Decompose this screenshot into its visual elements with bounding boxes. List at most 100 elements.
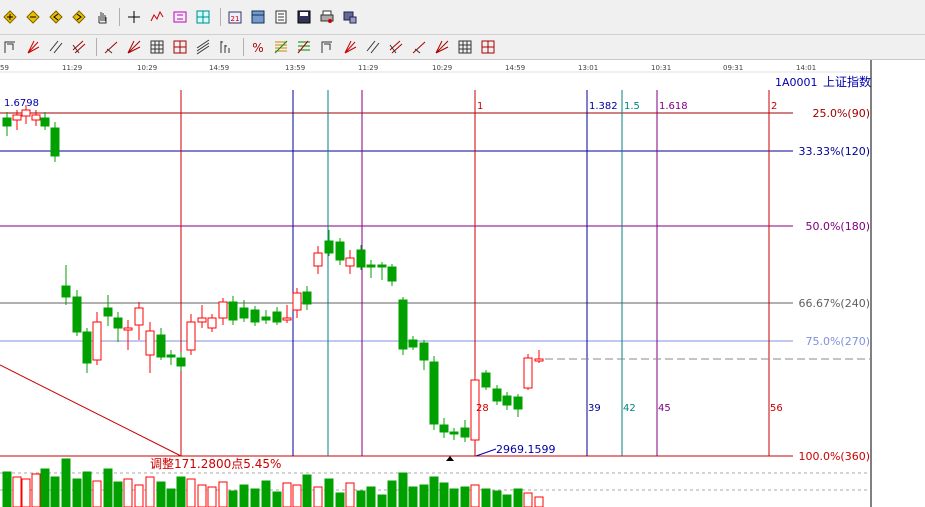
volume-bar — [492, 490, 502, 507]
time-axis-label: 14:59 — [505, 64, 525, 72]
box3-button[interactable] — [455, 37, 475, 57]
volume-bar — [345, 482, 355, 507]
bar-chart-button[interactable] — [216, 37, 236, 57]
period-icon — [366, 40, 380, 54]
volume-bar — [218, 481, 228, 507]
volume-bar — [429, 476, 439, 507]
volume-bar — [197, 484, 207, 507]
candle-body — [40, 117, 50, 127]
candle-body — [356, 249, 366, 268]
list-icon — [275, 10, 287, 24]
fibonacci-button[interactable] — [271, 37, 291, 57]
save-button[interactable] — [294, 7, 314, 27]
volume-bar — [145, 476, 155, 507]
candle-body — [156, 334, 166, 358]
main-toolbar: 21 — [0, 0, 925, 35]
speed-line-button[interactable] — [124, 37, 144, 57]
box4-icon — [481, 40, 495, 54]
volume-bar — [40, 468, 50, 507]
retrace-button[interactable] — [386, 37, 406, 57]
move-left-button[interactable] — [46, 7, 66, 27]
cycle-button[interactable] — [340, 37, 360, 57]
volume-bar — [302, 474, 312, 507]
box2-button[interactable] — [432, 37, 452, 57]
candle-body — [113, 317, 123, 329]
diagonal-trend-line — [0, 364, 182, 457]
arrow-button[interactable] — [317, 37, 337, 57]
candle-body — [61, 285, 71, 298]
table-button[interactable] — [147, 37, 167, 57]
pattern-button[interactable] — [147, 7, 167, 27]
bar-chart-icon — [220, 41, 230, 53]
candle-body — [429, 361, 439, 425]
percent-tool-button[interactable]: % — [248, 37, 268, 57]
fib-time-label-top: 1 — [477, 101, 483, 112]
grid-window-button[interactable] — [248, 7, 268, 27]
move-right-button[interactable] — [69, 7, 89, 27]
box4-button[interactable] — [478, 37, 498, 57]
zoom-out-icon — [26, 10, 40, 24]
crosshair-button[interactable] — [124, 7, 144, 27]
time-axis-label: 09:31 — [723, 64, 743, 72]
zoom-in-button[interactable] — [0, 7, 20, 27]
candle-body — [186, 321, 196, 351]
grid-window-icon — [251, 10, 265, 24]
candle-body — [166, 354, 176, 358]
speed-line-icon — [127, 40, 141, 54]
candle-body — [92, 321, 102, 361]
candle-body — [302, 291, 312, 305]
fan-line-button[interactable] — [23, 37, 43, 57]
candle-body — [449, 431, 459, 435]
volume-bar — [61, 458, 71, 507]
grid-button[interactable] — [170, 37, 190, 57]
volume-bar — [72, 478, 82, 507]
candle-body — [523, 357, 533, 389]
period-button[interactable] — [363, 37, 383, 57]
svg-text:%: % — [252, 41, 263, 55]
formula-button[interactable] — [170, 7, 190, 27]
fibonacci-icon — [274, 40, 288, 54]
line-tool-button[interactable] — [0, 37, 20, 57]
calendar-icon: 21 — [228, 11, 242, 24]
candle-body — [250, 309, 260, 323]
box3-icon — [458, 40, 472, 54]
print-button[interactable] — [317, 7, 337, 27]
parallel-line-button[interactable] — [46, 37, 66, 57]
data-transfer-button[interactable] — [340, 7, 360, 27]
formula-icon — [173, 11, 187, 23]
time-axis-label: 10:29 — [137, 64, 157, 72]
stock-code: 1A0001 — [775, 76, 818, 89]
box-button[interactable] — [409, 37, 429, 57]
zoom-in-icon — [3, 10, 17, 24]
calendar-button[interactable]: 21 — [225, 7, 245, 27]
time-axis-label: 13:01 — [578, 64, 598, 72]
channel-button[interactable] — [69, 37, 89, 57]
kline-chart[interactable]: 59 11:29 10:29 14:59 13:59 11:29 10:29 14:59 13:… — [0, 60, 925, 507]
candle-body — [218, 301, 228, 319]
volume-bar — [272, 491, 282, 507]
volume-bar — [261, 480, 271, 507]
gann-button[interactable] — [294, 37, 314, 57]
zoom-out-button[interactable] — [23, 7, 43, 27]
candle-body — [492, 388, 502, 402]
angle-line-button[interactable] — [193, 37, 213, 57]
volume-bar — [239, 484, 249, 507]
print-icon — [320, 10, 334, 23]
tile-button[interactable] — [193, 7, 213, 27]
candle-body — [513, 396, 523, 410]
volume-bar — [92, 480, 102, 507]
volume-bar — [12, 476, 22, 507]
candle-body — [398, 299, 408, 350]
trend-line-button[interactable] — [101, 37, 121, 57]
box2-icon — [435, 40, 449, 54]
low-marker-icon — [446, 456, 454, 461]
hand-pan-button[interactable] — [92, 7, 112, 27]
list-button[interactable] — [271, 7, 291, 27]
candle-body — [460, 427, 470, 438]
volume-bar — [50, 476, 60, 507]
candle-body — [387, 266, 397, 282]
volume-bar — [356, 490, 366, 507]
candle-body — [21, 109, 31, 117]
crosshair-icon — [128, 11, 140, 23]
table-icon — [150, 40, 164, 54]
